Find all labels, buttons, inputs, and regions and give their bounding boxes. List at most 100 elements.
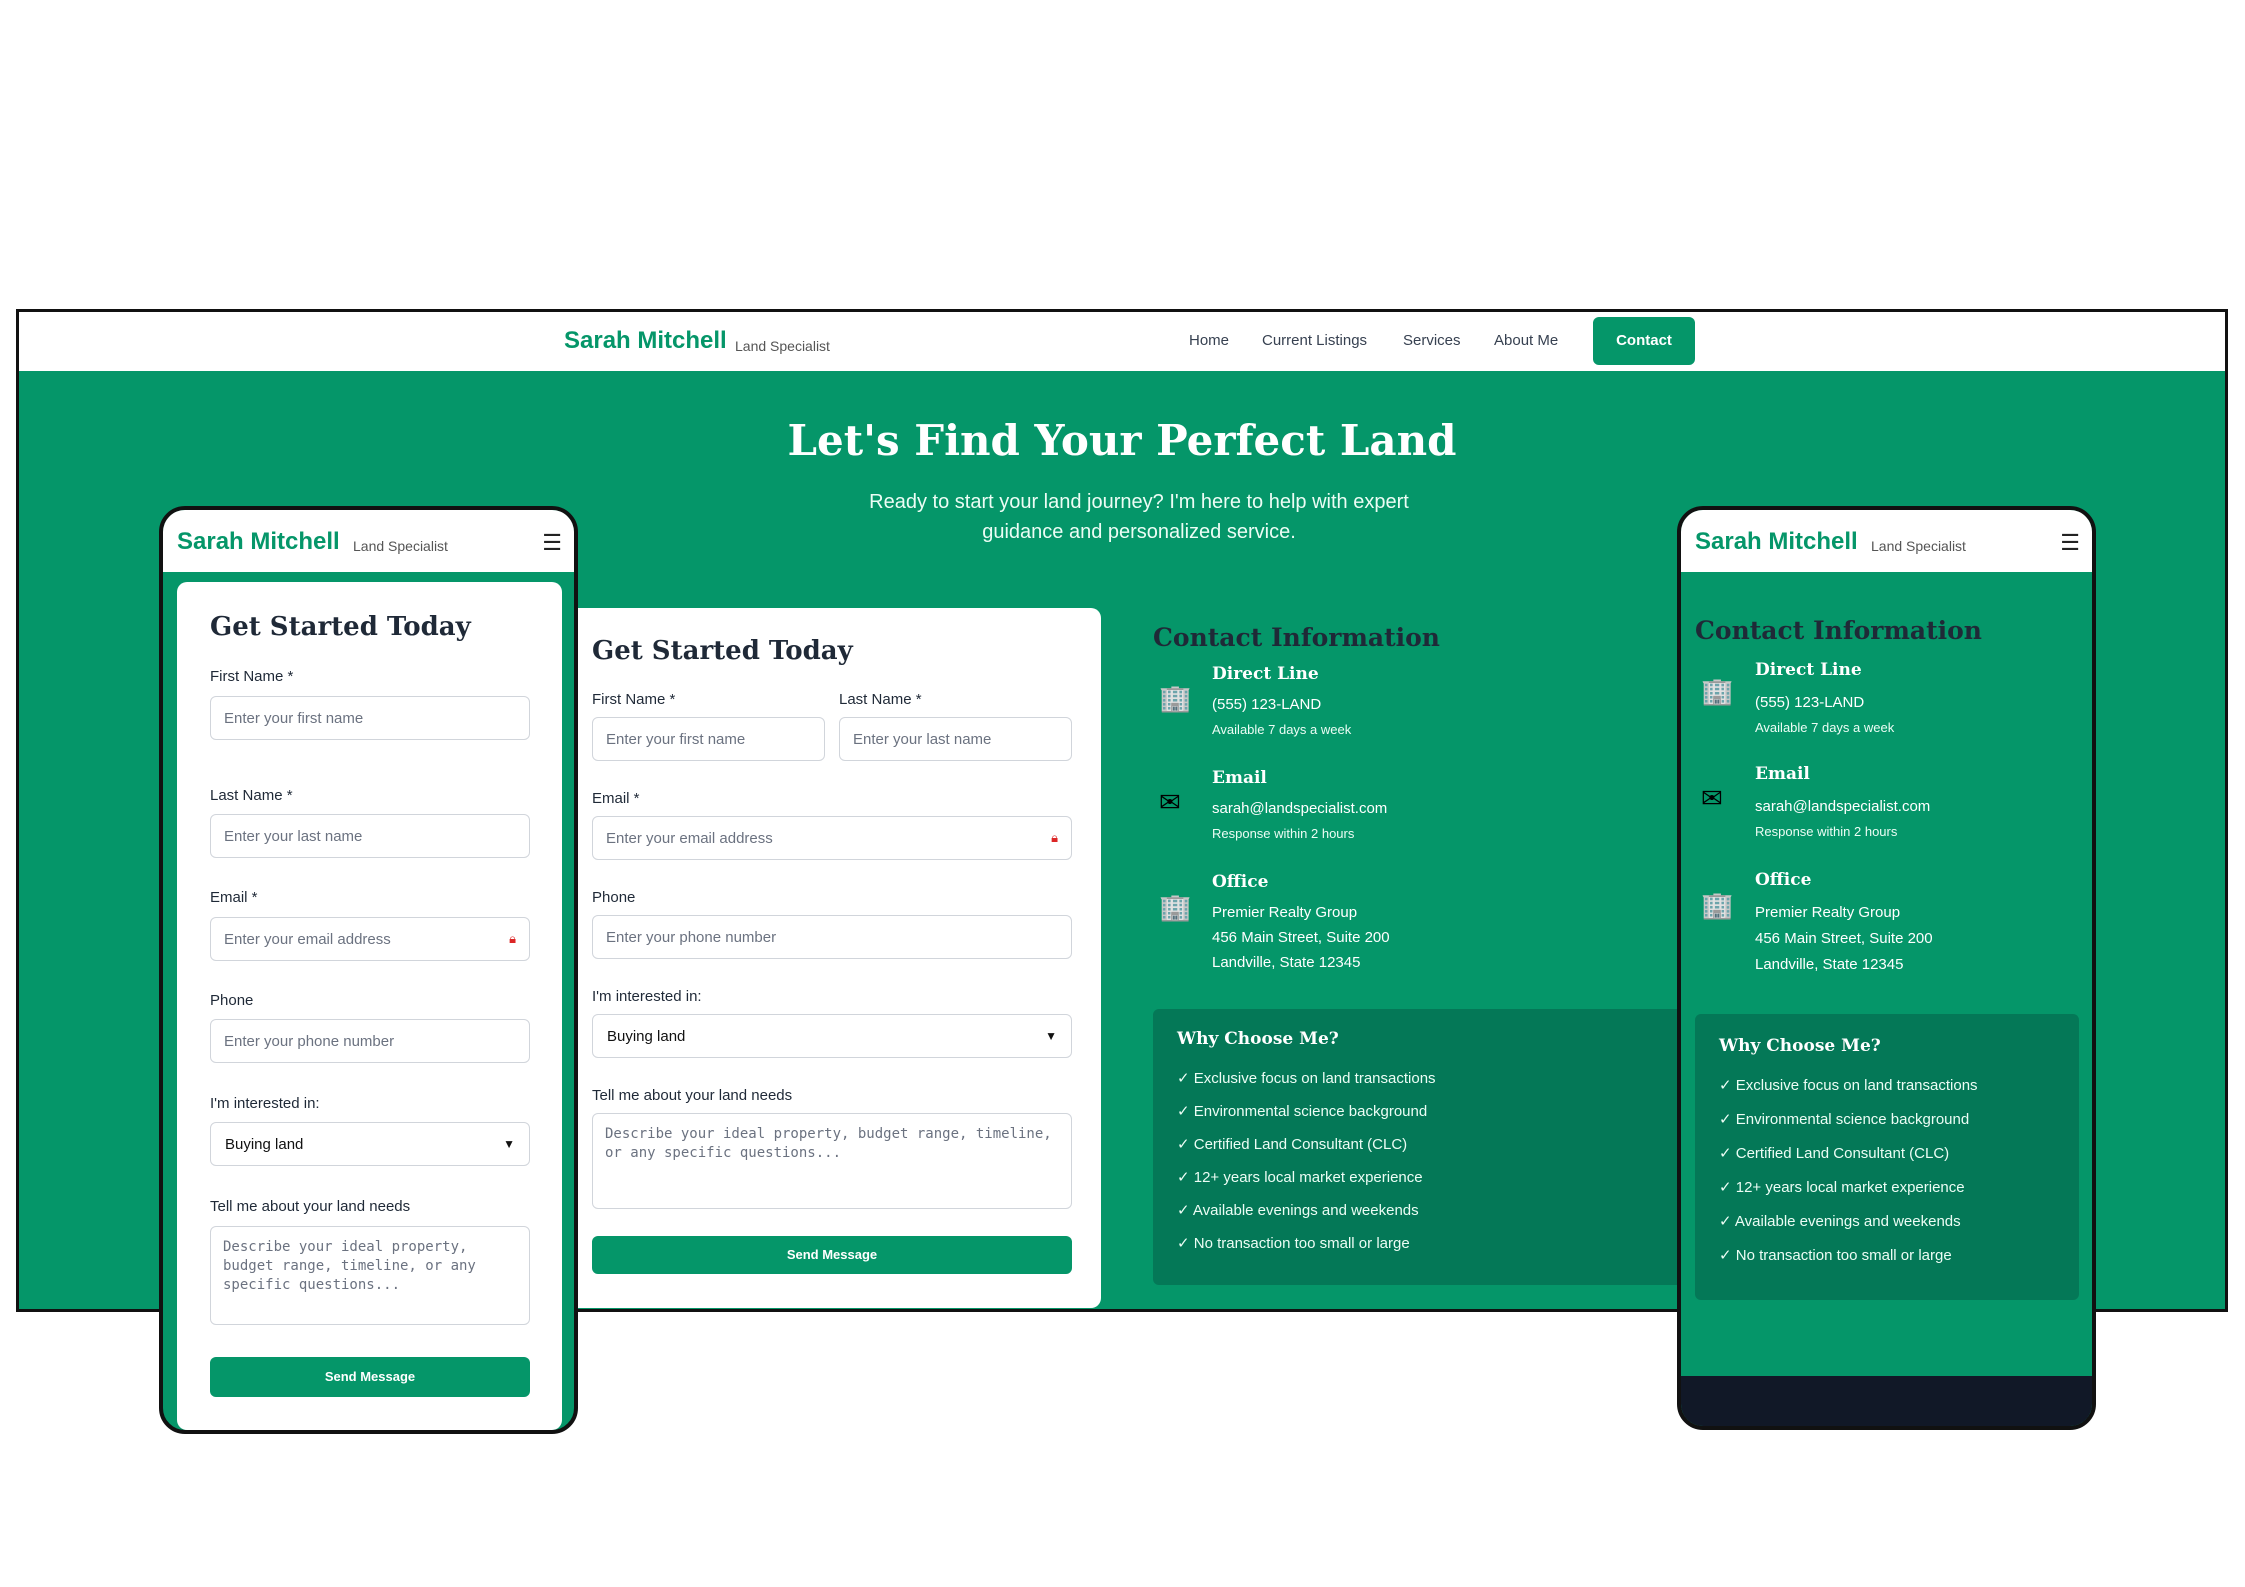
hamburger-menu-icon[interactable]: ☰ — [2060, 530, 2080, 556]
office-building-icon: 🏢 — [1159, 892, 1192, 922]
office-title: Office — [1212, 872, 1269, 892]
phone-label: Phone — [210, 992, 254, 1009]
phone-label: Phone — [592, 889, 636, 906]
form-title: Get Started Today — [592, 636, 853, 666]
why-item: ✓ No transaction too small or large — [1177, 1235, 1410, 1252]
why-item: ✓ 12+ years local market experience — [1177, 1169, 1423, 1186]
mobile-footer-strip — [1681, 1376, 2092, 1426]
why-choose-me-title: Why Choose Me? — [1177, 1029, 1339, 1049]
why-choose-me-title: Why Choose Me? — [1719, 1036, 1881, 1056]
last-name-label: Last Name * — [210, 787, 293, 804]
mobile-navbar: Sarah Mitchell Land Specialist ☰ — [163, 510, 574, 572]
why-choose-me-box: Why Choose Me? ✓ Exclusive focus on land… — [1153, 1009, 1713, 1285]
office-line3: Landville, State 12345 — [1755, 956, 1904, 973]
office-line3: Landville, State 12345 — [1212, 954, 1361, 971]
contact-info-title: Contact Information — [1153, 623, 1440, 652]
office-title: Office — [1755, 870, 1812, 890]
email-note: Response within 2 hours — [1755, 824, 1898, 839]
interest-value: Buying land — [225, 1135, 304, 1153]
first-name-label: First Name * — [210, 668, 294, 685]
interest-label: I'm interested in: — [592, 988, 702, 1005]
email-label: Email * — [210, 889, 258, 906]
why-choose-me-box: Why Choose Me? ✓ Exclusive focus on land… — [1695, 1014, 2079, 1300]
envelope-icon: ✉︎ — [1701, 783, 1723, 813]
why-item: ✓ 12+ years local market experience — [1719, 1179, 1965, 1196]
why-item: ✓ Exclusive focus on land transactions — [1719, 1077, 1978, 1094]
why-item: ✓ Available evenings and weekends — [1719, 1213, 1961, 1230]
form-title: Get Started Today — [210, 612, 471, 642]
nav-about-me[interactable]: About Me — [1494, 332, 1558, 349]
brand-name[interactable]: Sarah Mitchell — [564, 327, 727, 355]
email-input[interactable]: Enter your email address 🔒︎ — [210, 917, 530, 961]
first-name-input[interactable]: Enter your first name — [592, 717, 825, 761]
email-label: Email * — [592, 790, 640, 807]
why-item: ✓ No transaction too small or large — [1719, 1247, 1952, 1264]
mobile-form-view: Sarah Mitchell Land Specialist ☰ Get Sta… — [159, 506, 578, 1434]
hamburger-menu-icon[interactable]: ☰ — [542, 530, 562, 556]
desktop-navbar: Sarah Mitchell Land Specialist Home Curr… — [19, 312, 2225, 371]
last-name-label: Last Name * — [839, 691, 922, 708]
brand-tagline: Land Specialist — [1871, 538, 1966, 554]
interest-label: I'm interested in: — [210, 1095, 320, 1112]
phone-input[interactable]: Enter your phone number — [592, 915, 1072, 959]
nav-current-listings[interactable]: Current Listings — [1262, 332, 1367, 349]
contact-info-title: Contact Information — [1695, 616, 1982, 645]
password-lock-icon[interactable]: 🔒︎ — [509, 931, 516, 947]
office-building-phone-icon: 🏢 — [1159, 683, 1192, 713]
email-value[interactable]: sarah@landspecialist.com — [1755, 794, 1930, 819]
hero-title: Let's Find Your Perfect Land — [787, 416, 1457, 465]
needs-label: Tell me about your land needs — [210, 1198, 411, 1215]
why-item: ✓ Environmental science background — [1719, 1111, 1970, 1128]
brand-tagline: Land Specialist — [353, 538, 448, 554]
why-item: ✓ Certified Land Consultant (CLC) — [1177, 1136, 1408, 1153]
email-title: Email — [1755, 764, 1810, 784]
mobile-navbar: Sarah Mitchell Land Specialist ☰ — [1681, 510, 2092, 572]
needs-textarea[interactable]: Describe your ideal property, budget ran… — [592, 1113, 1072, 1209]
password-lock-icon[interactable]: 🔒︎ — [1051, 830, 1058, 846]
needs-textarea[interactable]: Describe your ideal property, budget ran… — [210, 1226, 530, 1325]
contact-form-card: Get Started Today First Name * Enter you… — [559, 608, 1101, 1308]
chevron-down-icon: ▼ — [503, 1137, 515, 1151]
send-message-button[interactable]: Send Message — [210, 1357, 530, 1397]
why-item: ✓ Environmental science background — [1177, 1103, 1428, 1120]
last-name-input[interactable]: Enter your last name — [210, 814, 530, 858]
office-line2: 456 Main Street, Suite 200 — [1755, 930, 1933, 947]
brand-name[interactable]: Sarah Mitchell — [1695, 528, 1858, 556]
why-item: ✓ Exclusive focus on land transactions — [1177, 1070, 1436, 1087]
interest-value: Buying land — [607, 1027, 686, 1045]
why-item: ✓ Certified Land Consultant (CLC) — [1719, 1145, 1950, 1162]
send-message-button[interactable]: Send Message — [592, 1236, 1072, 1274]
office-line1: Premier Realty Group — [1755, 904, 1901, 921]
email-placeholder: Enter your email address — [606, 829, 773, 847]
last-name-input[interactable]: Enter your last name — [839, 717, 1072, 761]
needs-label: Tell me about your land needs — [592, 1087, 793, 1104]
interest-select[interactable]: Buying land ▼ — [210, 1122, 530, 1166]
direct-line-note: Available 7 days a week — [1755, 720, 1895, 735]
chevron-down-icon: ▼ — [1045, 1029, 1057, 1043]
email-placeholder: Enter your email address — [224, 930, 391, 948]
nav-contact-button[interactable]: Contact — [1593, 317, 1695, 365]
office-line2: 456 Main Street, Suite 200 — [1212, 929, 1390, 946]
office-building-icon: 🏢 — [1701, 890, 1734, 920]
email-input[interactable]: Enter your email address 🔒︎ — [592, 816, 1072, 860]
nav-services[interactable]: Services — [1403, 332, 1461, 349]
brand-tagline: Land Specialist — [735, 338, 830, 354]
direct-line-title: Direct Line — [1755, 660, 1862, 680]
first-name-input[interactable]: Enter your first name — [210, 696, 530, 740]
email-value[interactable]: sarah@landspecialist.com — [1212, 796, 1387, 821]
direct-line-value[interactable]: (555) 123-LAND — [1755, 690, 1864, 715]
mobile-form-card: Get Started Today First Name * Enter you… — [177, 582, 562, 1430]
direct-line-value[interactable]: (555) 123-LAND — [1212, 692, 1321, 717]
interest-select[interactable]: Buying land ▼ — [592, 1014, 1072, 1058]
nav-home[interactable]: Home — [1189, 332, 1229, 349]
mobile-contact-view: Sarah Mitchell Land Specialist ☰ Contact… — [1677, 506, 2096, 1430]
office-building-phone-icon: 🏢 — [1701, 676, 1734, 706]
brand-name[interactable]: Sarah Mitchell — [177, 528, 340, 556]
office-line1: Premier Realty Group — [1212, 904, 1358, 921]
why-item: ✓ Available evenings and weekends — [1177, 1202, 1419, 1219]
first-name-label: First Name * — [592, 691, 676, 708]
phone-input[interactable]: Enter your phone number — [210, 1019, 530, 1063]
email-title: Email — [1212, 768, 1267, 788]
direct-line-note: Available 7 days a week — [1212, 722, 1352, 737]
hero-subtitle: Ready to start your land journey? I'm he… — [869, 491, 1409, 543]
